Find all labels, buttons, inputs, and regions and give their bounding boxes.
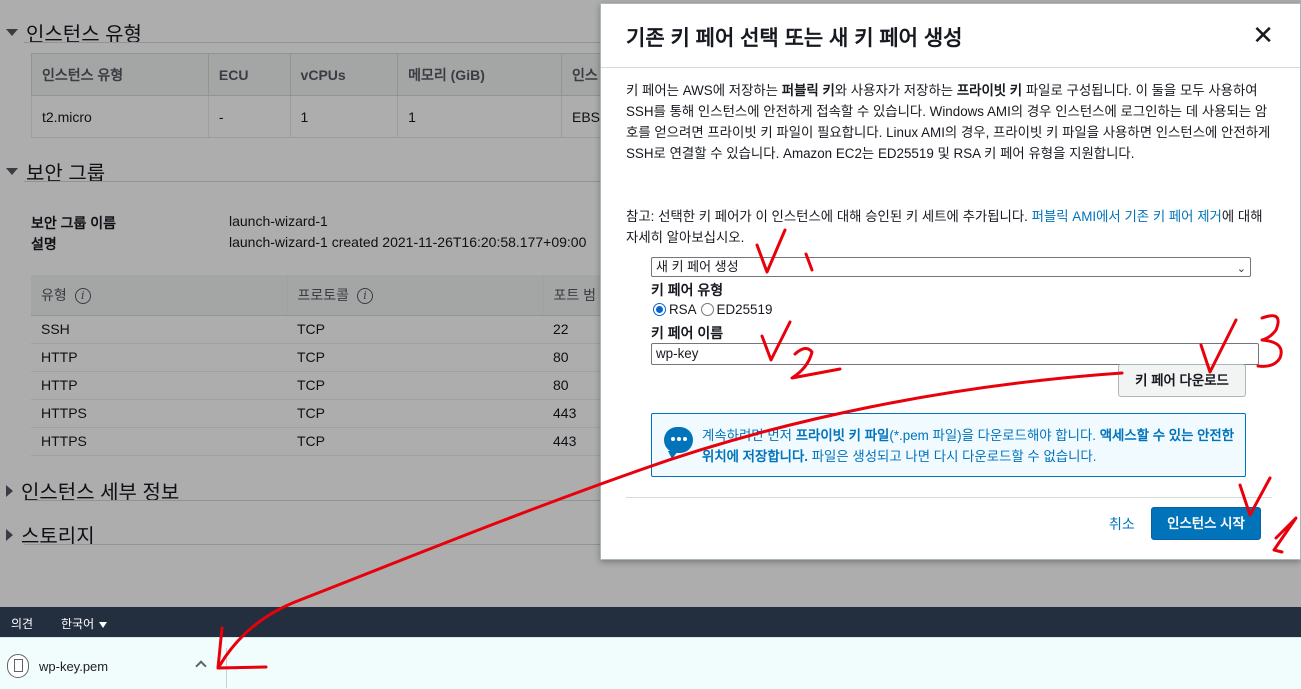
radio-ed25519[interactable] [700, 303, 714, 316]
close-icon[interactable]: ✕ [1252, 22, 1274, 48]
radio-ed25519-label: ED25519 [716, 302, 773, 317]
key-pair-select[interactable]: 새 키 페어 생성 ⌄ [651, 257, 1251, 277]
caret-down-icon [99, 621, 108, 628]
language-selector[interactable]: 한국어 [61, 615, 108, 632]
key-type-label: 키 페어 유형 [651, 282, 724, 298]
select-value: 새 키 페어 생성 [656, 259, 739, 274]
divider [626, 497, 1272, 498]
download-key-pair-button[interactable]: 키 페어 다운로드 [1118, 364, 1246, 397]
chat-bubble-icon [664, 427, 693, 459]
dialog-header: 기존 키 페어 선택 또는 새 키 페어 생성 ✕ [601, 4, 1300, 68]
launch-instance-button[interactable]: 인스턴스 시작 [1151, 507, 1261, 540]
info-alert: 계속하려면 먼저 프라이빗 키 파일(*.pem 파일)을 다운로드해야 합니다… [651, 413, 1246, 477]
feedback-link[interactable]: 의견 [11, 615, 33, 632]
remove-key-pair-link[interactable]: 퍼블릭 AMI에서 기존 키 페어 제거 [1032, 209, 1222, 224]
dialog-note: 참고: 선택한 키 페어가 이 인스턴스에 대해 승인된 키 세트에 추가됩니다… [626, 209, 1263, 245]
cancel-button[interactable]: 취소 [1109, 514, 1135, 534]
chevron-down-icon: ⌄ [1236, 263, 1246, 275]
chevron-up-icon[interactable] [195, 660, 207, 672]
key-type-radio-group: RSA ED25519 [653, 302, 772, 317]
alert-text: 계속하려면 먼저 프라이빗 키 파일(*.pem 파일)을 다운로드해야 합니다… [702, 428, 1235, 464]
console-footer: 의견 한국어 [0, 607, 1301, 637]
download-shelf: wp-key.pem [0, 637, 1301, 689]
radio-rsa-label: RSA [669, 302, 697, 317]
key-name-label: 키 페어 이름 [651, 325, 724, 341]
dialog-description: 키 페어는 AWS에 저장하는 퍼블릭 키와 사용자가 저장하는 프라이빗 키 … [626, 83, 1271, 161]
dialog-title: 기존 키 페어 선택 또는 새 키 페어 생성 [626, 27, 963, 50]
key-name-input[interactable]: wp-key [651, 343, 1259, 365]
file-icon [7, 654, 29, 678]
radio-rsa[interactable] [653, 303, 666, 316]
download-item-name[interactable]: wp-key.pem [39, 659, 108, 674]
language-label: 한국어 [61, 617, 95, 631]
key-pair-dialog: 기존 키 페어 선택 또는 새 키 페어 생성 ✕ 키 페어는 AWS에 저장하… [600, 3, 1301, 560]
divider [226, 648, 227, 688]
